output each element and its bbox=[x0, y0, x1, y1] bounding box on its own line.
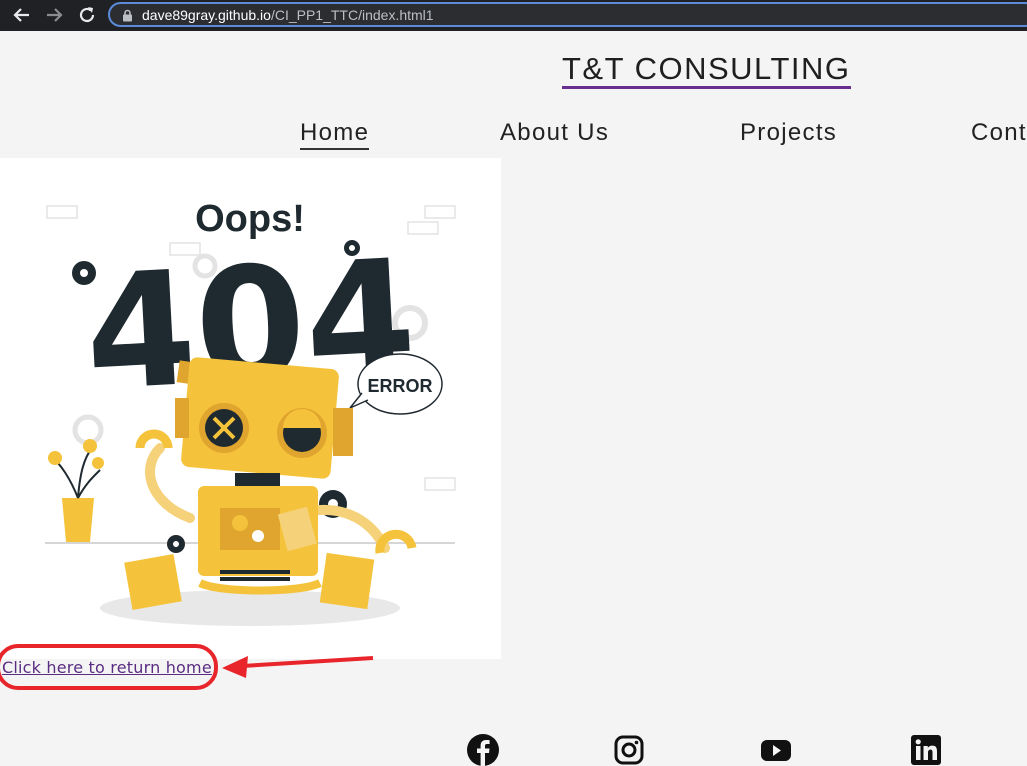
gear-icon bbox=[167, 535, 185, 553]
return-home-link[interactable]: Click here to return home bbox=[2, 658, 212, 677]
back-arrow-icon[interactable] bbox=[11, 4, 33, 26]
site-title-link[interactable]: T&T CONSULTING bbox=[562, 52, 851, 89]
url-path: /CI_PP1_TTC/index.html1 bbox=[270, 7, 434, 23]
nav-contact-link[interactable]: Cont bbox=[971, 118, 1027, 148]
address-bar[interactable]: dave89gray.github.io/CI_PP1_TTC/index.ht… bbox=[108, 2, 1027, 27]
nav-projects-link[interactable]: Projects bbox=[740, 118, 837, 148]
linkedin-icon[interactable] bbox=[910, 734, 942, 766]
youtube-icon[interactable] bbox=[760, 734, 792, 766]
facebook-icon[interactable] bbox=[467, 734, 499, 766]
url-text: dave89gray.github.io/CI_PP1_TTC/index.ht… bbox=[142, 7, 434, 23]
error-404-illustration: Oops! 404 ERROR bbox=[0, 158, 501, 659]
error-bubble-text: ERROR bbox=[367, 376, 432, 396]
nav-about-link[interactable]: About Us bbox=[500, 118, 609, 148]
gear-icon bbox=[344, 240, 360, 256]
reload-icon[interactable] bbox=[76, 4, 98, 26]
forward-arrow-icon[interactable] bbox=[43, 4, 65, 26]
nav-home-link[interactable]: Home bbox=[300, 118, 370, 150]
lock-icon bbox=[123, 9, 132, 22]
gear-icon bbox=[72, 261, 96, 285]
url-host: dave89gray.github.io bbox=[142, 7, 271, 23]
instagram-icon[interactable] bbox=[613, 734, 645, 766]
annotation-arrow-icon bbox=[222, 656, 374, 678]
browser-toolbar: dave89gray.github.io/CI_PP1_TTC/index.ht… bbox=[0, 0, 1027, 31]
